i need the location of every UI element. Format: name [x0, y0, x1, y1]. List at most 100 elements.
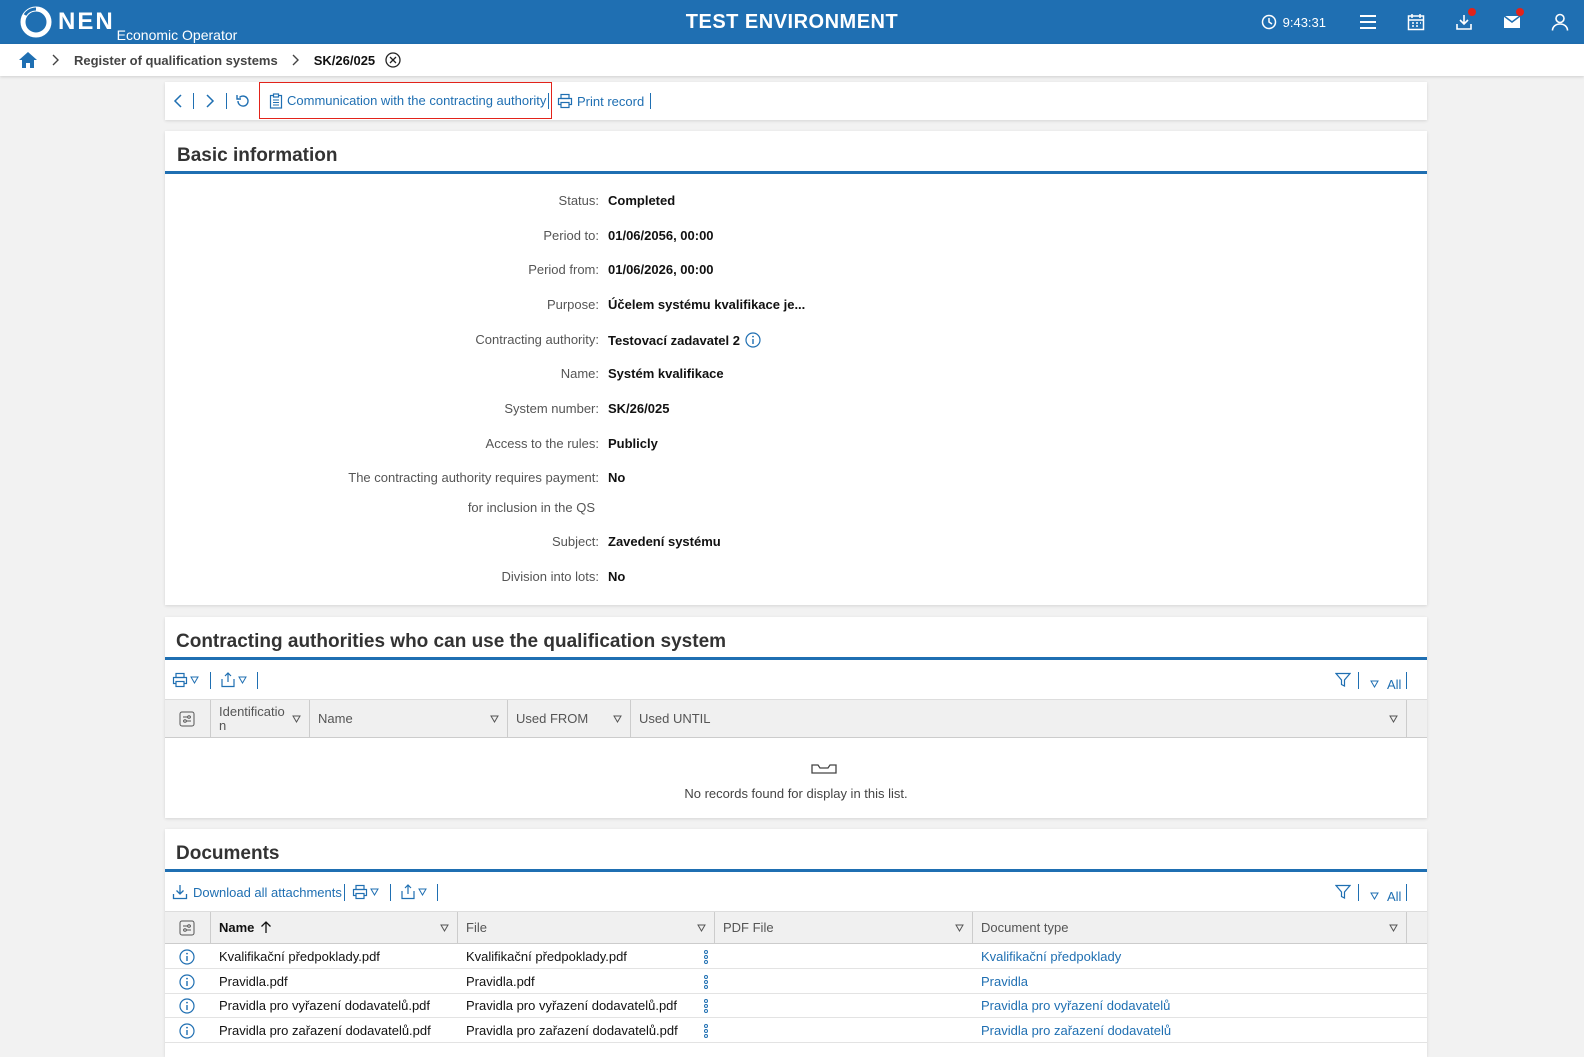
contracting-authority-value: Testovací zadavatel 2: [608, 332, 740, 348]
field-value: Publicly: [608, 436, 658, 451]
refresh-button[interactable]: [235, 82, 251, 120]
column-name[interactable]: Name: [310, 700, 508, 737]
download-all-button[interactable]: Download all attachments: [172, 875, 342, 909]
export-icon: [401, 884, 415, 900]
chevron-right-icon: [292, 54, 299, 66]
downloads-button[interactable]: [1440, 0, 1488, 44]
row-info-button[interactable]: [179, 1018, 195, 1043]
calendar-button[interactable]: [1392, 0, 1440, 44]
filter-button[interactable]: [1335, 875, 1353, 909]
column-doc-name[interactable]: Name: [211, 912, 458, 943]
export-menu-button[interactable]: [220, 663, 249, 697]
document-type-link[interactable]: Pravidla pro vyřazení dodavatelů: [981, 993, 1170, 1018]
home-icon[interactable]: [18, 51, 38, 69]
field-payment-required: The contracting authority requires payme…: [165, 470, 1427, 490]
column-used-until[interactable]: Used UNTIL: [631, 700, 1407, 737]
toolbar-separator: [1406, 672, 1407, 689]
documents-table-header: Name File PDF File Document type: [165, 911, 1427, 944]
column-used-from-label: Used FROM: [516, 711, 589, 726]
filter-icon: [1335, 672, 1351, 687]
document-type-link[interactable]: Pravidla pro zařazení dodavatelů: [981, 1018, 1171, 1043]
column-filter-icon: [490, 715, 499, 723]
field-name: Name: Systém kvalifikace: [165, 366, 1427, 386]
toolbar-separator: [344, 884, 345, 901]
breadcrumb-register[interactable]: Register of qualification systems: [74, 53, 278, 68]
export-menu-button[interactable]: [400, 875, 429, 909]
sort-ascending-icon: [261, 921, 272, 933]
print-menu-button[interactable]: [172, 663, 201, 697]
empty-tray-icon: [811, 764, 837, 774]
more-vertical-icon: [704, 949, 708, 964]
field-purpose: Purpose: Účelem systému kvalifikace je..…: [165, 297, 1427, 317]
basic-information-panel: Basic information Status: Completed Peri…: [165, 131, 1427, 605]
document-file[interactable]: Pravidla pro zařazení dodavatelů.pdf: [466, 1018, 678, 1043]
column-pdf-file[interactable]: PDF File: [715, 912, 973, 943]
field-value: 01/06/2056, 00:00: [608, 228, 714, 243]
table-row[interactable]: Pravidla pro zařazení dodavatelů.pdf Pra…: [165, 1018, 1427, 1043]
empty-message: No records found for display in this lis…: [684, 786, 908, 801]
download-icon: [172, 885, 188, 900]
field-label: Subject:: [552, 534, 599, 549]
row-info-button[interactable]: [179, 944, 195, 969]
column-identification-label: Identificatio n: [219, 703, 285, 733]
filter-all-selector[interactable]: All: [1370, 879, 1401, 913]
menu-button[interactable]: [1344, 0, 1392, 44]
toolbar-separator: [390, 884, 391, 901]
field-label: Contracting authority:: [475, 332, 599, 347]
row-info-button[interactable]: [179, 969, 195, 994]
filter-button[interactable]: [1335, 663, 1353, 697]
previous-record-button[interactable]: [173, 82, 183, 120]
documents-panel: Documents Download all attachments All N…: [165, 829, 1427, 1057]
grid-toolbar: Download all attachments All: [165, 875, 1427, 909]
filter-all-selector[interactable]: All: [1370, 667, 1401, 701]
info-icon: [179, 948, 195, 965]
column-name-label: Name: [318, 711, 353, 726]
field-value: Completed: [608, 193, 676, 208]
document-file[interactable]: Kvalifikační předpoklady.pdf: [466, 944, 627, 969]
calendar-icon: [1407, 14, 1425, 31]
field-period-from: Period from: 01/06/2026, 00:00: [165, 262, 1427, 282]
document-type-link[interactable]: Kvalifikační předpoklady: [981, 944, 1121, 969]
menu-icon: [1360, 15, 1376, 29]
column-filter-icon: [697, 924, 706, 932]
print-record-button[interactable]: Print record: [557, 82, 644, 120]
toolbar-separator: [437, 884, 438, 901]
document-type-link[interactable]: Pravidla: [981, 969, 1028, 994]
column-file[interactable]: File: [458, 912, 715, 943]
column-used-from[interactable]: Used FROM: [508, 700, 631, 737]
file-actions-button[interactable]: [703, 993, 709, 1018]
field-label: Access to the rules:: [485, 436, 599, 451]
info-icon[interactable]: [745, 332, 761, 348]
chevron-right-icon: [206, 94, 215, 108]
table-row[interactable]: Kvalifikační předpoklady.pdf Kvalifikačn…: [165, 944, 1427, 969]
document-file[interactable]: Pravidla.pdf: [466, 969, 535, 994]
communication-button[interactable]: Communication with the contracting autho…: [259, 82, 552, 119]
column-filter-icon: [955, 924, 964, 932]
print-menu-button[interactable]: [352, 875, 381, 909]
user-button[interactable]: [1536, 0, 1584, 44]
column-doc-name-label: Name: [219, 920, 255, 935]
column-settings-button[interactable]: [165, 700, 211, 737]
chevron-right-icon: [52, 54, 59, 66]
row-info-button[interactable]: [179, 993, 195, 1018]
contracting-authorities-title: Contracting authorities who can use the …: [176, 631, 727, 652]
next-record-button[interactable]: [205, 82, 215, 120]
clock-icon: [1261, 14, 1276, 30]
column-settings-icon: [179, 711, 195, 726]
print-record-label: Print record: [577, 93, 645, 109]
table-row[interactable]: Pravidla.pdf Pravidla.pdf Pravidla: [165, 969, 1427, 994]
file-actions-button[interactable]: [703, 944, 709, 969]
column-document-type[interactable]: Document type: [973, 912, 1407, 943]
column-settings-button[interactable]: [165, 912, 211, 943]
close-circle-icon[interactable]: [385, 52, 401, 68]
column-identification[interactable]: Identificatio n: [211, 700, 310, 737]
file-actions-button[interactable]: [703, 1018, 709, 1043]
messages-notification-dot: [1516, 8, 1524, 16]
document-file[interactable]: Pravidla pro vyřazení dodavatelů.pdf: [466, 993, 677, 1018]
table-row[interactable]: Pravidla pro vyřazení dodavatelů.pdf Pra…: [165, 993, 1427, 1018]
column-file-label: File: [466, 920, 487, 935]
messages-button[interactable]: [1488, 0, 1536, 44]
toolbar-separator: [1406, 884, 1407, 901]
file-actions-button[interactable]: [703, 969, 709, 994]
field-label: The contracting authority requires payme…: [348, 470, 599, 485]
